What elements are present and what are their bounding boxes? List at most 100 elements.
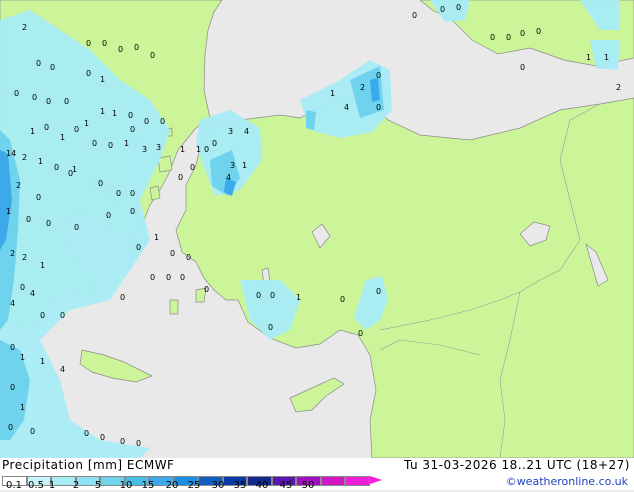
point-value: 1 bbox=[38, 157, 43, 166]
point-value: 0 bbox=[270, 291, 275, 300]
point-value: 0 bbox=[8, 423, 13, 432]
scale-tick-label: 40 bbox=[255, 480, 269, 491]
point-value: 0 bbox=[46, 97, 51, 106]
point-value: 0 bbox=[108, 141, 113, 150]
point-value: 2 bbox=[616, 83, 621, 92]
scale-ticks: 0.1 0.5 1 2 5 10 15 20 25 30 35 40 45 50 bbox=[0, 480, 340, 492]
scale-tick-label: 50 bbox=[301, 480, 315, 491]
point-value: 2 bbox=[16, 181, 21, 190]
point-value: 0 bbox=[358, 329, 363, 338]
scale-swatch bbox=[345, 476, 370, 486]
point-value: 0 bbox=[130, 207, 135, 216]
point-value: 1 bbox=[124, 139, 129, 148]
point-value: 0 bbox=[102, 39, 107, 48]
point-value: 1 bbox=[296, 293, 301, 302]
point-value: 1 bbox=[196, 145, 201, 154]
point-value: 1 bbox=[100, 75, 105, 84]
point-value: 0 bbox=[150, 273, 155, 282]
point-value: 0 bbox=[86, 39, 91, 48]
point-value: 1 bbox=[30, 127, 35, 136]
point-value: 3 bbox=[142, 145, 147, 154]
point-value: 0 bbox=[440, 5, 445, 14]
point-value: 0 bbox=[178, 173, 183, 182]
point-value: 0 bbox=[74, 125, 79, 134]
point-value: 0 bbox=[100, 433, 105, 442]
point-value: 2 bbox=[22, 253, 27, 262]
point-value: 0 bbox=[190, 163, 195, 172]
point-value: 4 bbox=[60, 365, 65, 374]
point-value: 0 bbox=[30, 427, 35, 436]
scale-tick-label: 2 bbox=[72, 480, 80, 491]
point-value: 0 bbox=[116, 189, 121, 198]
point-value: 0 bbox=[204, 285, 209, 294]
point-value: 0 bbox=[20, 283, 25, 292]
point-value: 0 bbox=[134, 43, 139, 52]
point-value: 1 bbox=[100, 107, 105, 116]
point-value: 0 bbox=[186, 253, 191, 262]
point-value: 3 bbox=[230, 161, 235, 170]
point-value: 2 bbox=[22, 23, 27, 32]
point-value: 4 bbox=[344, 103, 349, 112]
point-value: 1 bbox=[72, 165, 77, 174]
point-value: 0 bbox=[180, 273, 185, 282]
point-value: 0 bbox=[14, 89, 19, 98]
point-value: 0 bbox=[520, 29, 525, 38]
point-value: 1 bbox=[242, 161, 247, 170]
point-value: 1 bbox=[154, 233, 159, 242]
point-value: 0 bbox=[376, 71, 381, 80]
point-value: 4 bbox=[226, 173, 231, 182]
point-value: 0 bbox=[106, 211, 111, 220]
point-value: 0 bbox=[60, 311, 65, 320]
scale-tick-label: 45 bbox=[279, 480, 293, 491]
point-value: 0 bbox=[10, 383, 15, 392]
point-value: 0 bbox=[160, 117, 165, 126]
map-title: Precipitation [mm] ECMWF bbox=[2, 458, 175, 472]
point-value: 0 bbox=[130, 189, 135, 198]
point-value: 0 bbox=[170, 249, 175, 258]
land-karpathos bbox=[169, 299, 179, 315]
scale-tick-label: 0.5 bbox=[28, 480, 44, 491]
scale-tick-label: 1 bbox=[48, 480, 56, 491]
point-value: 1 bbox=[586, 53, 591, 62]
point-value: 2 bbox=[22, 153, 27, 162]
scale-arrow bbox=[369, 476, 382, 484]
point-value: 2 bbox=[10, 249, 15, 258]
point-value: 0 bbox=[54, 163, 59, 172]
point-value: 0 bbox=[74, 223, 79, 232]
point-value: 0 bbox=[212, 139, 217, 148]
valid-time: Tu 31-03-2026 18..21 UTC (18+27) bbox=[403, 458, 630, 472]
point-value: 1 bbox=[40, 261, 45, 270]
scale-tick-label: 20 bbox=[165, 480, 179, 491]
credit-link[interactable]: ©weatheronline.co.uk bbox=[506, 475, 628, 488]
point-value: 4 bbox=[30, 289, 35, 298]
point-value: 0 bbox=[26, 215, 31, 224]
point-value: 1 bbox=[40, 357, 45, 366]
point-value: 0 bbox=[120, 437, 125, 446]
scale-tick-label: 25 bbox=[187, 480, 201, 491]
point-value: 1 bbox=[330, 89, 335, 98]
point-value: 3 bbox=[156, 143, 161, 152]
scale-tick-label: 5 bbox=[94, 480, 102, 491]
point-value: 0 bbox=[84, 429, 89, 438]
point-value: 0 bbox=[50, 63, 55, 72]
point-value: 0 bbox=[10, 343, 15, 352]
point-value: 0 bbox=[268, 323, 273, 332]
point-value: 0 bbox=[204, 145, 209, 154]
point-value: 0 bbox=[490, 33, 495, 42]
point-value: 0 bbox=[412, 11, 417, 20]
point-value: 0 bbox=[128, 111, 133, 120]
point-value: 0 bbox=[340, 295, 345, 304]
land-chios bbox=[149, 185, 161, 201]
point-value: 0 bbox=[144, 117, 149, 126]
point-value: 1 bbox=[20, 403, 25, 412]
point-value: 0 bbox=[120, 293, 125, 302]
point-value: 0 bbox=[32, 93, 37, 102]
point-value: 0 bbox=[92, 139, 97, 148]
point-value: 0 bbox=[36, 193, 41, 202]
point-value: 3 bbox=[228, 127, 233, 136]
point-value: 1 bbox=[112, 109, 117, 118]
point-value: 0 bbox=[166, 273, 171, 282]
scale-tick-label: 35 bbox=[233, 480, 247, 491]
point-value: 0 bbox=[44, 123, 49, 132]
point-value: 0 bbox=[536, 27, 541, 36]
